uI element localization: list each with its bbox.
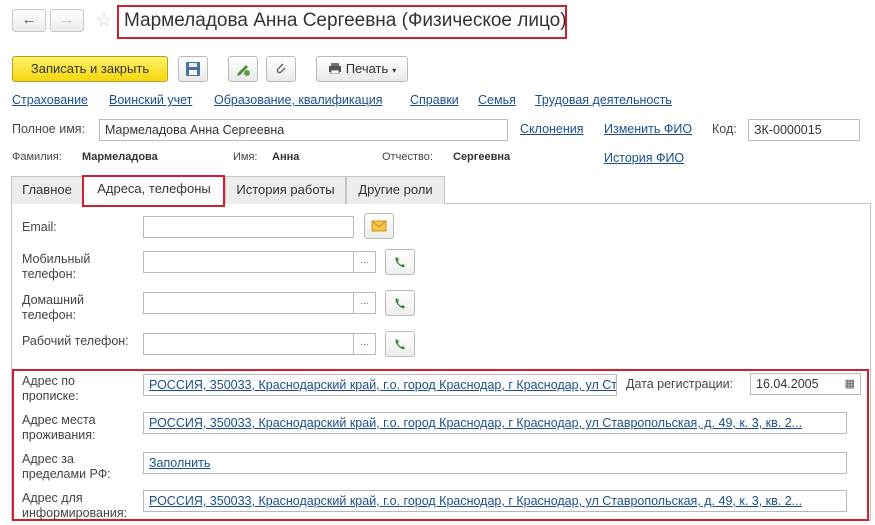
name-label: Имя:: [233, 151, 258, 163]
send-email-button[interactable]: [364, 213, 394, 239]
info-address-link[interactable]: РОССИЯ, 350033, Краснодарский край, г.о.…: [149, 494, 802, 508]
fill-abroad-address-link[interactable]: Заполнить: [149, 456, 210, 470]
patronymic-label: Отчество:: [382, 151, 433, 163]
calendar-icon[interactable]: ▦: [845, 376, 855, 392]
registration-address-label: Адрес по прописке:: [22, 374, 79, 403]
surname-label: Фамилия:: [12, 151, 62, 163]
tab-work-history[interactable]: История работы: [225, 176, 346, 204]
link-military[interactable]: Воинский учет: [109, 93, 192, 107]
attach-button[interactable]: [266, 56, 296, 82]
surname-value: Мармеладова: [82, 151, 158, 163]
abroad-address-field[interactable]: Заполнить: [143, 452, 847, 474]
link-family[interactable]: Семья: [478, 93, 516, 107]
registration-address-field[interactable]: РОССИЯ, 350033, Краснодарский край, г.о.…: [143, 374, 617, 396]
page-title: Мармеладова Анна Сергеевна (Физическое л…: [124, 10, 567, 31]
fullname-input[interactable]: Мармеладова Анна Сергеевна: [99, 119, 508, 141]
patronymic-value: Сергеевна: [453, 151, 511, 163]
call-home-button[interactable]: [385, 290, 415, 316]
floppy-disk-icon: [186, 62, 200, 76]
info-address-field[interactable]: РОССИЯ, 350033, Краснодарский край, г.о.…: [143, 490, 847, 512]
code-input[interactable]: ЗК-0000015: [748, 119, 860, 141]
link-education[interactable]: Образование, квалификация: [214, 93, 383, 107]
registration-address-link[interactable]: РОССИЯ, 350033, Краснодарский край, г.о.…: [149, 378, 616, 392]
code-label: Код:: [712, 122, 737, 136]
pencil-icon: [237, 65, 250, 76]
save-button[interactable]: [178, 56, 208, 82]
phone-icon: [395, 339, 405, 350]
print-button[interactable]: Печать ▾: [316, 56, 408, 82]
arrow-right-icon: →: [59, 11, 75, 28]
link-fio-history[interactable]: История ФИО: [604, 151, 684, 165]
mobile-phone-label: Мобильный телефон:: [22, 252, 91, 281]
name-value: Анна: [272, 151, 300, 163]
registration-date-label: Дата регистрации:: [626, 377, 734, 391]
tab-other-roles[interactable]: Другие роли: [346, 176, 445, 204]
tab-main[interactable]: Главное: [11, 176, 83, 204]
residence-address-field[interactable]: РОССИЯ, 350033, Краснодарский край, г.о.…: [143, 412, 847, 434]
favorite-star-icon[interactable]: ☆: [96, 9, 112, 31]
abroad-address-label: Адрес за пределами РФ:: [22, 452, 111, 481]
residence-address-link[interactable]: РОССИЯ, 350033, Краснодарский край, г.о.…: [149, 416, 802, 430]
info-address-label: Адрес для информирования:: [22, 491, 128, 520]
fullname-label: Полное имя:: [12, 122, 86, 136]
link-work[interactable]: Трудовая деятельность: [535, 93, 672, 107]
home-phone-input[interactable]: [143, 292, 354, 314]
registration-date-input[interactable]: 16.04.2005 ▦: [750, 373, 861, 395]
link-certificates[interactable]: Справки: [410, 93, 459, 107]
forward-button[interactable]: →: [50, 9, 84, 32]
tab-highlight-box: [82, 175, 225, 207]
envelope-icon: [371, 220, 387, 232]
phone-icon: [395, 257, 405, 268]
mobile-phone-input[interactable]: [143, 251, 354, 273]
call-work-button[interactable]: [385, 331, 415, 357]
residence-address-label: Адрес места проживания:: [22, 413, 96, 442]
phone-icon: [395, 298, 405, 309]
save-and-close-button[interactable]: Записать и закрыть: [12, 56, 168, 82]
email-label: Email:: [22, 220, 57, 234]
link-change-fio[interactable]: Изменить ФИО: [604, 122, 692, 136]
edit-button[interactable]: [228, 56, 258, 82]
email-input[interactable]: [143, 216, 354, 238]
link-insurance[interactable]: Страхование: [12, 93, 88, 107]
work-phone-input[interactable]: [143, 333, 354, 355]
back-button[interactable]: ←: [12, 9, 46, 32]
work-phone-select-button[interactable]: ...: [354, 333, 376, 355]
home-phone-select-button[interactable]: ...: [354, 292, 376, 314]
work-phone-label: Рабочий телефон:: [22, 334, 129, 348]
printer-icon: [328, 63, 341, 75]
registration-date-value: 16.04.2005: [756, 377, 819, 391]
paperclip-icon: [276, 63, 286, 74]
chevron-down-icon: ▾: [392, 66, 397, 75]
call-mobile-button[interactable]: [385, 249, 415, 275]
print-label: Печать: [345, 61, 389, 76]
link-declensions[interactable]: Склонения: [520, 122, 584, 136]
mobile-phone-select-button[interactable]: ...: [354, 251, 376, 273]
arrow-left-icon: ←: [21, 11, 37, 28]
home-phone-label: Домашний телефон:: [22, 293, 84, 322]
